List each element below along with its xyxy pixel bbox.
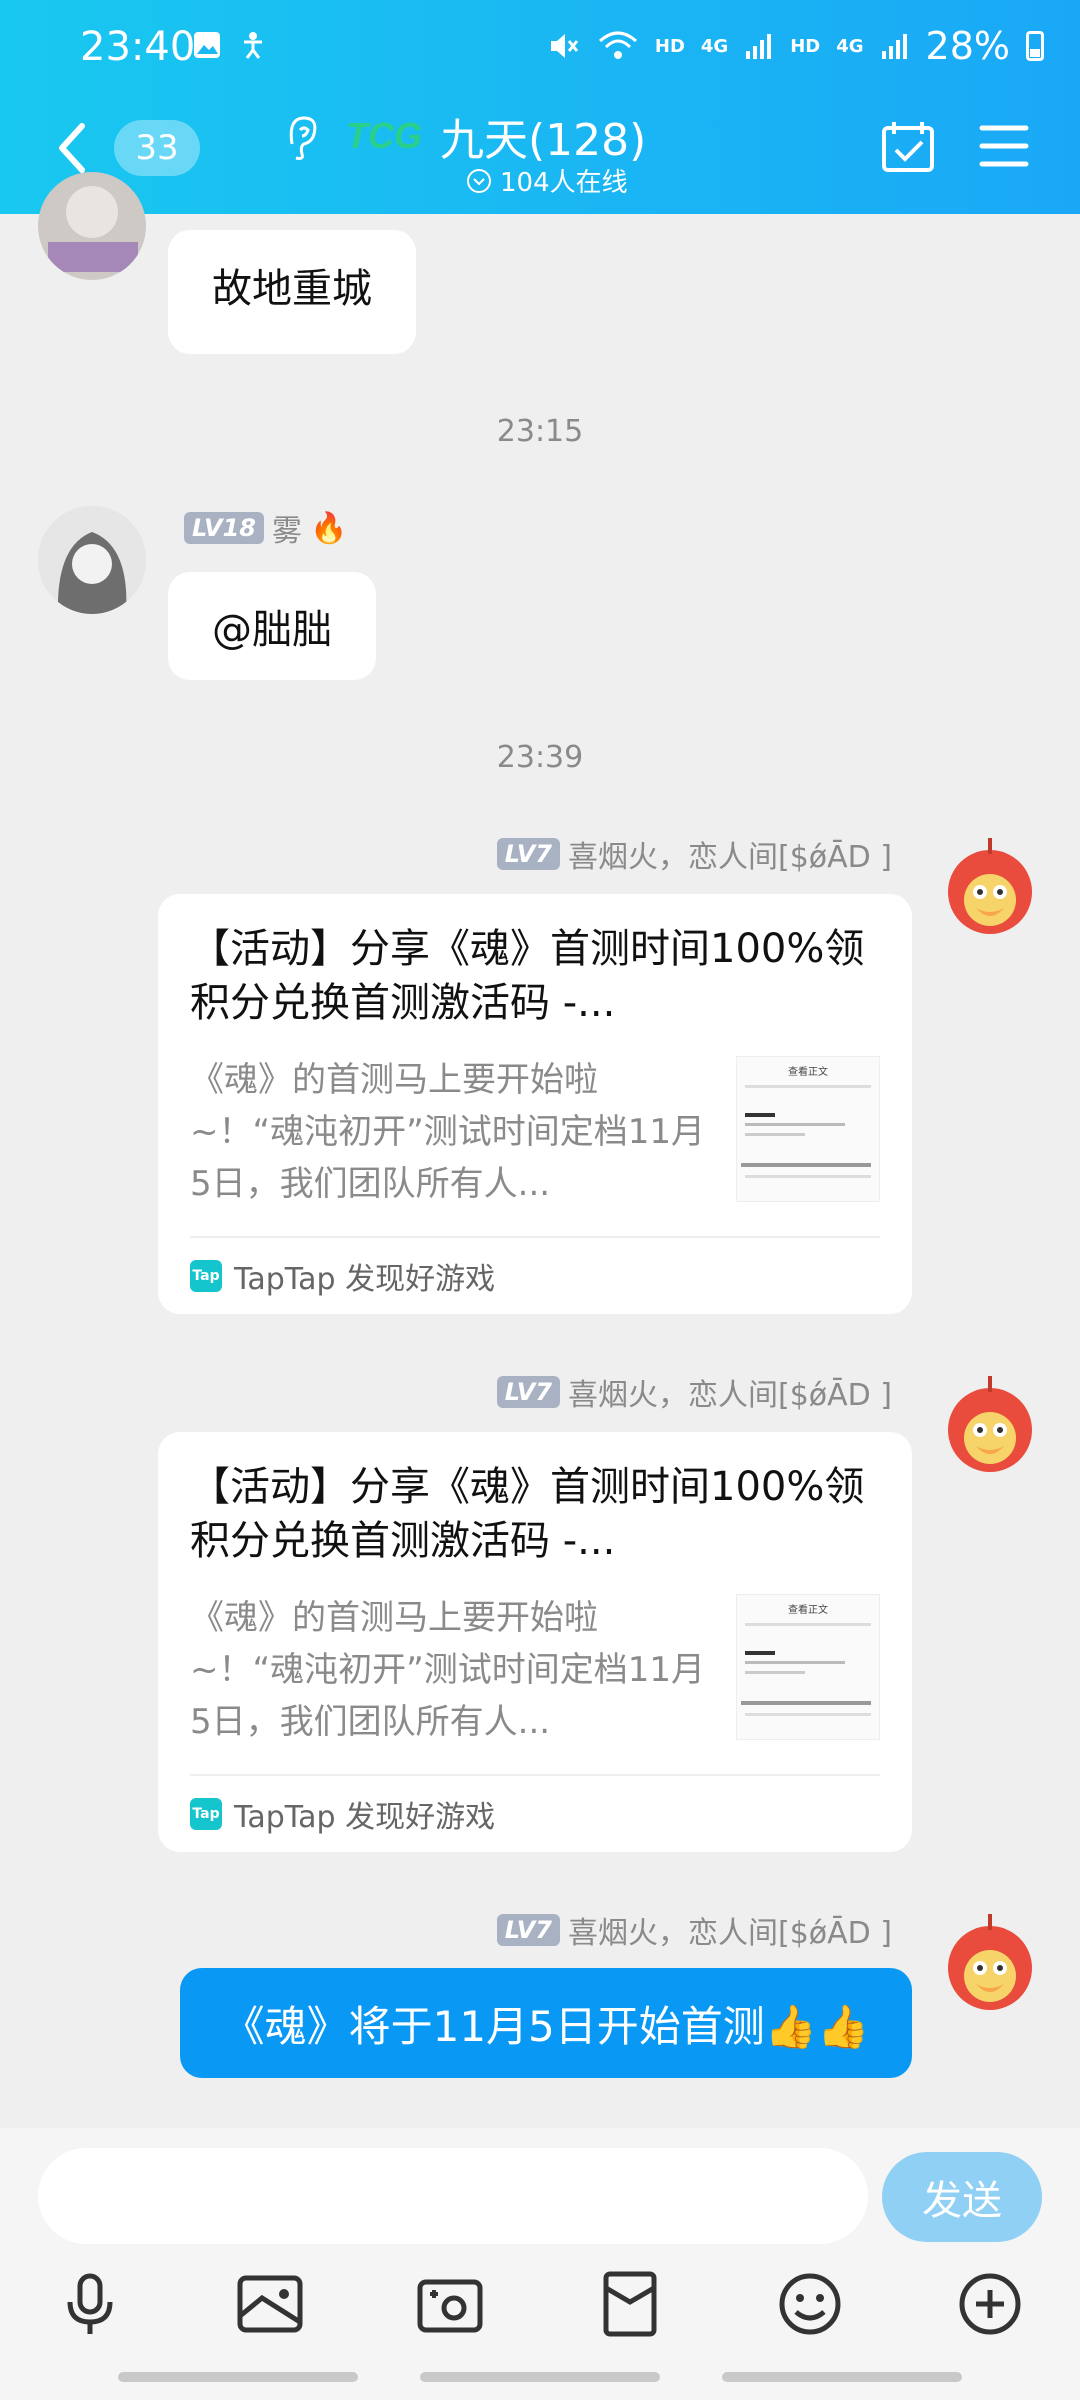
status-bar: 23:40 HD 4G HD 4G 28% [0, 0, 1080, 100]
status-right: HD 4G HD 4G 28% [547, 24, 1044, 68]
accessibility-icon [244, 32, 262, 59]
sender-row: LV18 雾 🔥 [184, 506, 347, 550]
card-source-text: TapTap 发现好游戏 [234, 1262, 496, 1297]
share-card[interactable]: 【活动】分享《魂》首测时间100%领积分兑换首测激活码 -... 《魂》的首测马… [158, 894, 912, 1314]
card-thumbnail: 查看正文 [736, 1056, 880, 1202]
mute-icon [550, 34, 579, 58]
network-hd-2: HD [790, 35, 821, 57]
timestamp: 23:39 [496, 740, 584, 775]
message-text: @朏朏 [212, 607, 332, 653]
plus-icon[interactable] [954, 2268, 1026, 2340]
avatar[interactable] [936, 1910, 1044, 2018]
level-badge: LV7 [496, 838, 560, 870]
share-card[interactable]: 【活动】分享《魂》首测时间100%领积分兑换首测激活码 -... 《魂》的首测马… [158, 1432, 912, 1852]
taptap-icon: Tap [190, 1798, 222, 1830]
fire-icon: 🔥 [309, 510, 348, 546]
card-source-text: TapTap 发现好游戏 [234, 1800, 496, 1835]
chevron-down-circle-icon [467, 168, 491, 193]
sender-row: LV7 喜烟火，恋人间[$ǿĀD ] [496, 832, 892, 876]
taptap-icon: Tap [190, 1260, 222, 1292]
level-badge: LV7 [496, 1914, 560, 1946]
card-title: 【活动】分享《魂》首测时间100%领积分兑换首测激活码 -... [190, 926, 865, 1026]
avatar[interactable] [936, 834, 1044, 942]
card-divider [190, 1774, 880, 1776]
card-source: Tap TapTap 发现好游戏 [190, 1254, 495, 1298]
signal-icon-2 [881, 34, 907, 59]
wifi-icon [598, 31, 637, 59]
sender-name[interactable]: 喜烟火，恋人间[$ǿĀD ] [568, 832, 892, 876]
network-4g-2: 4G [836, 35, 864, 57]
chat-title-area[interactable]: TCG 九天(128) 104人在线 [280, 104, 800, 198]
own-text-message[interactable]: 《魂》将于11月5日开始首测👍👍 [180, 1968, 912, 2078]
emoji-icon[interactable] [774, 2268, 846, 2340]
back-icon[interactable] [52, 118, 92, 178]
level-badge: LV7 [496, 1376, 560, 1408]
card-description: 《魂》的首测马上要开始啦~！“魂沌初开”测试时间定档11月5日，我们团队所有人.… [190, 1060, 705, 1204]
battery-percent: 28% [925, 24, 1010, 68]
sender-row: LV7 喜烟火，恋人间[$ǿĀD ] [496, 1908, 892, 1952]
battery-icon [1026, 31, 1044, 61]
input-bar: 发送 [0, 2128, 1080, 2400]
camera-icon[interactable] [414, 2268, 486, 2340]
level-badge: LV18 [184, 512, 264, 544]
status-left-icons [192, 30, 268, 60]
nav-pill[interactable] [118, 2372, 358, 2382]
text-message[interactable]: @朏朏 [168, 572, 376, 680]
card-title: 【活动】分享《魂》首测时间100%领积分兑换首测激活码 -... [190, 1464, 865, 1564]
microphone-icon[interactable] [54, 2268, 126, 2340]
calligraphy-text: 故地重城 [212, 266, 372, 312]
online-count-text: 104人在线 [500, 168, 628, 198]
nav-pill[interactable] [722, 2372, 962, 2382]
network-4g-1: 4G [700, 35, 729, 57]
sender-name[interactable]: 喜烟火，恋人间[$ǿĀD ] [568, 1370, 892, 1414]
sender-name[interactable]: 雾 [272, 506, 302, 550]
avatar[interactable] [38, 506, 146, 614]
online-count: 104人在线 [466, 162, 628, 199]
message-text: 《魂》将于11月5日开始首测👍👍 [222, 2001, 870, 2051]
status-time: 23:40 [80, 24, 196, 70]
toolbar [0, 2268, 1080, 2348]
unread-count-badge[interactable]: 33 [114, 120, 200, 176]
calendar-check-icon[interactable] [880, 118, 936, 174]
signal-icon [746, 34, 772, 59]
image-icon[interactable] [234, 2268, 306, 2340]
card-description: 《魂》的首测马上要开始啦~！“魂沌初开”测试时间定档11月5日，我们团队所有人.… [190, 1598, 705, 1742]
avatar[interactable] [936, 1372, 1044, 1480]
sender-name[interactable]: 喜烟火，恋人间[$ǿĀD ] [568, 1908, 892, 1952]
network-hd-1: HD [654, 35, 685, 57]
timestamp: 23:15 [496, 414, 584, 449]
chat-title: 九天(128) [440, 115, 647, 166]
image-message[interactable]: 故地重城 [168, 230, 416, 354]
sender-row: LV7 喜烟火，恋人间[$ǿĀD ] [496, 1370, 892, 1414]
card-thumbnail: 查看正文 [736, 1594, 880, 1740]
send-button[interactable]: 发送 [882, 2152, 1042, 2242]
ear-icon [289, 116, 317, 160]
group-logo: TCG [344, 110, 432, 158]
red-packet-icon[interactable] [594, 2268, 666, 2340]
svg-text:TCG: TCG [346, 115, 422, 156]
menu-icon[interactable] [978, 122, 1030, 170]
card-source: Tap TapTap 发现好游戏 [190, 1792, 495, 1836]
nav-pill[interactable] [420, 2372, 660, 2382]
avatar[interactable] [38, 172, 146, 280]
gallery-icon [194, 32, 220, 58]
chat-header: 23:40 HD 4G HD 4G 28% 33 TCG 九天(128) 104… [0, 0, 1080, 214]
card-divider [190, 1236, 880, 1238]
message-input[interactable] [38, 2148, 868, 2244]
